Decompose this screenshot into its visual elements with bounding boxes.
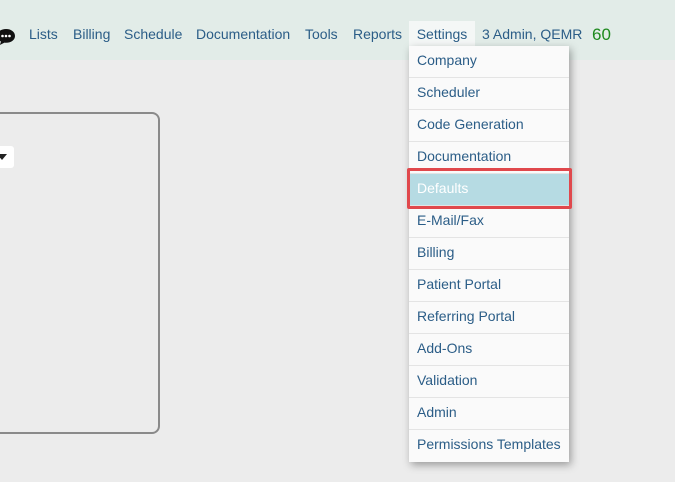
menu-item-company[interactable]: Company — [409, 46, 569, 78]
user-menu[interactable]: 3 Admin, QEMR — [482, 24, 582, 44]
nav-reports[interactable]: Reports — [353, 24, 402, 44]
nav-documentation[interactable]: Documentation — [196, 24, 290, 44]
notification-count[interactable]: 60 — [592, 25, 611, 45]
chat-bubble-icon[interactable] — [0, 28, 16, 46]
nav-schedule[interactable]: Schedule — [124, 24, 182, 44]
menu-item-billing[interactable]: Billing — [409, 238, 569, 270]
content-panel — [0, 112, 160, 434]
menu-item-documentation[interactable]: Documentation — [409, 142, 569, 174]
menu-item-validation[interactable]: Validation — [409, 366, 569, 398]
caret-down-icon — [0, 154, 7, 160]
nav-settings[interactable]: Settings — [409, 21, 475, 47]
nav-billing[interactable]: Billing — [73, 24, 110, 44]
menu-item-code-generation[interactable]: Code Generation — [409, 110, 569, 142]
menu-item-email-fax[interactable]: E-Mail/Fax — [409, 206, 569, 238]
menu-item-referring-portal[interactable]: Referring Portal — [409, 302, 569, 334]
nav-lists[interactable]: Lists — [29, 24, 58, 44]
menu-item-admin[interactable]: Admin — [409, 398, 569, 430]
menu-item-scheduler[interactable]: Scheduler — [409, 78, 569, 110]
settings-dropdown-menu: Company Scheduler Code Generation Docume… — [409, 46, 569, 462]
menu-item-permissions-templates[interactable]: Permissions Templates — [409, 430, 569, 462]
menu-item-patient-portal[interactable]: Patient Portal — [409, 270, 569, 302]
top-navigation-bar: Lists Billing Schedule Documentation Too… — [0, 0, 675, 60]
menu-item-defaults[interactable]: Defaults — [409, 174, 569, 206]
nav-tools[interactable]: Tools — [305, 24, 338, 44]
panel-dropdown[interactable] — [0, 146, 14, 168]
menu-item-add-ons[interactable]: Add-Ons — [409, 334, 569, 366]
